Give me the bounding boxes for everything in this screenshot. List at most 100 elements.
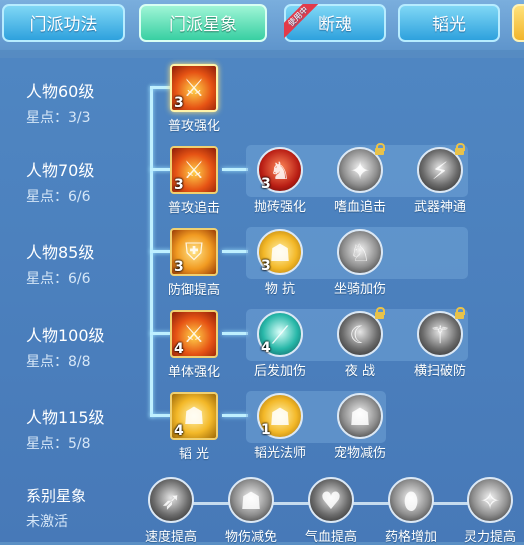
skill-count: 1 [261, 422, 271, 438]
potion-icon: ⬮ [388, 477, 434, 523]
skill-count: 3 [261, 176, 271, 192]
row-85: 人物85级 星点：6/6 [26, 239, 94, 288]
golden-figure-icon: ☗ 1 [257, 393, 303, 439]
tab-sect-skills[interactable]: 门派功法 [2, 4, 125, 42]
series-item-spirit[interactable]: ✧ 灵力提高 [459, 477, 521, 545]
skill-r2a[interactable]: ⚔ 3 普攻追击 [164, 146, 224, 216]
night-warrior-icon: ☾ [337, 307, 385, 357]
skill-count: 4 [261, 340, 271, 356]
sweep-glyph: ⚚ [429, 321, 451, 349]
guard-glyph: ☗ [240, 487, 262, 515]
spirit-glyph: ✧ [479, 487, 501, 515]
series-item-name: 药格增加 [384, 530, 437, 545]
heart-glyph: ♥ [320, 487, 342, 515]
potion-glyph: ⬮ [403, 487, 419, 515]
row-points: 星点：8/8 [26, 354, 91, 370]
skill-name: 物 抗 [264, 282, 296, 297]
mount-beast-icon: ♘ [337, 229, 383, 275]
skill-name: 嗜血追击 [333, 200, 386, 215]
skill-name: 宠物减伤 [333, 446, 386, 461]
skill-r4c[interactable]: ☾ 夜 战 [330, 307, 390, 379]
lock-icon [374, 307, 385, 319]
skill-r2b[interactable]: ♞ 3 抛砖强化 [250, 147, 310, 215]
sweep-warrior-icon: ⚚ [417, 307, 465, 357]
sword-fire-icon: ⚔ 3 [170, 64, 218, 112]
series-item-phys-reduce[interactable]: ☗ 物伤减免 [220, 477, 282, 545]
weapon-slash-icon: ⚡ [417, 143, 465, 193]
skill-name: 韬光法师 [253, 446, 306, 461]
row-70: 人物70级 星点：6/6 [26, 157, 94, 206]
tab-taoguang[interactable]: 韬光 [398, 4, 500, 42]
blade-aqua-icon: ⟋ 4 [257, 311, 303, 357]
tab-duanhun-label: 断魂 [318, 15, 352, 35]
skill-name: 防御提高 [167, 283, 220, 298]
series-item-speed[interactable]: ➶ 速度提高 [140, 477, 202, 545]
skill-r5c[interactable]: ☗ 宠物减伤 [330, 393, 390, 461]
row-level: 人物70级 [26, 161, 95, 180]
guard-figure-icon: ☗ [228, 477, 274, 523]
tree-connector [222, 332, 248, 335]
skill-r4a[interactable]: ⚔ 4 单体强化 [164, 310, 224, 380]
sword-fire-icon: ⚔ 3 [170, 146, 218, 194]
lock-icon [454, 143, 465, 155]
skill-count: 4 [174, 341, 184, 357]
row-100: 人物100级 星点：8/8 [26, 322, 105, 371]
skill-r4d[interactable]: ⚚ 横扫破防 [410, 307, 470, 379]
warrior-red-icon: ♞ 3 [257, 147, 303, 193]
series-section: 系别星象 未激活 [26, 485, 86, 531]
series-item-name: 灵力提高 [463, 530, 516, 545]
row-points: 星点：6/6 [26, 271, 91, 287]
tab-duanhun[interactable]: 使用中 断魂 [284, 4, 386, 42]
skill-name: 坐骑加伤 [333, 282, 386, 297]
star-panel [0, 58, 524, 542]
golden-figure-icon: ☗ 4 [170, 392, 218, 440]
sword-fire-icon: ⚔ 4 [170, 310, 218, 358]
skill-name: 普攻追击 [167, 201, 220, 216]
series-title: 系别星象 [26, 487, 87, 505]
tab-sect-stars-label: 门派星象 [169, 15, 237, 35]
tab-bar: 门派功法 门派星象 使用中 断魂 韬光 [0, 0, 524, 50]
skill-r3a[interactable]: ⛨ 3 防御提高 [164, 228, 224, 298]
series-item-hp[interactable]: ♥ 气血提高 [300, 477, 362, 545]
tree-connector [222, 414, 248, 417]
series-item-name: 气血提高 [304, 530, 357, 545]
lock-icon [374, 143, 385, 155]
in-use-ribbon-label: 使用中 [284, 4, 318, 38]
row-points: 星点：6/6 [26, 189, 91, 205]
skill-r1a[interactable]: ⚔ 3 普攻强化 [164, 64, 224, 134]
skill-r5b[interactable]: ☗ 1 韬光法师 [250, 393, 310, 461]
grey-figure-icon: ☗ [337, 393, 383, 439]
beast-claw-icon: ✦ [337, 143, 385, 193]
skill-r3c[interactable]: ♘ 坐骑加伤 [330, 229, 390, 297]
tab-taoguang-label: 韬光 [432, 15, 466, 35]
skill-name: 夜 战 [344, 364, 376, 379]
lock-icon [454, 307, 465, 319]
row-level: 人物100级 [26, 326, 105, 345]
skill-r2d[interactable]: ⚡ 武器神通 [410, 143, 470, 215]
row-115: 人物115级 星点：5/8 [26, 404, 105, 453]
series-item-name: 速度提高 [144, 530, 197, 545]
skill-count: 4 [174, 423, 184, 439]
skill-r3b[interactable]: ☗ 3 物 抗 [250, 229, 310, 297]
skill-name: 韬 光 [178, 447, 210, 462]
series-item-potion[interactable]: ⬮ 药格增加 [380, 477, 442, 545]
slash-glyph: ⚡ [431, 157, 449, 185]
skill-r4b[interactable]: ⟋ 4 后发加伤 [250, 311, 310, 379]
skill-name: 横扫破防 [413, 364, 466, 379]
tree-connector [222, 250, 248, 253]
row-level: 人物85级 [26, 243, 95, 262]
row-points: 星点：5/8 [26, 436, 91, 452]
skill-r5a[interactable]: ☗ 4 韬 光 [164, 392, 224, 462]
tree-connector [222, 168, 248, 171]
claw-glyph: ✦ [349, 157, 371, 185]
row-level: 人物115级 [26, 408, 105, 427]
figure-glyph: ☗ [349, 403, 371, 431]
skill-count: 3 [174, 259, 184, 275]
skill-name: 武器神通 [413, 200, 466, 215]
tab-sect-stars[interactable]: 门派星象 [139, 4, 267, 42]
tab-extra[interactable] [512, 4, 524, 42]
speed-glyph: ➶ [160, 487, 182, 515]
speed-icon: ➶ [148, 477, 194, 523]
in-use-ribbon: 使用中 [284, 4, 318, 38]
skill-r2c[interactable]: ✦ 嗜血追击 [330, 143, 390, 215]
